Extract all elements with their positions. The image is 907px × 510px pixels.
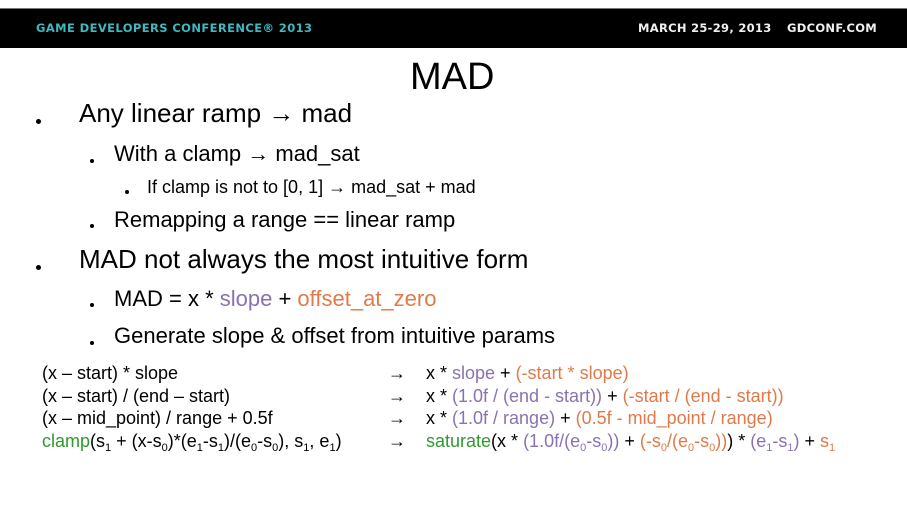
arrow-icon: → [388, 363, 406, 383]
slope-term: (1.0f / range) [452, 408, 556, 428]
bullet-2-1: MAD = x * slope + offset_at_zero [114, 286, 436, 312]
code-left-row: clamp(s1 + (x-s0)*(e1-s1)/(e0-s0), s1, e… [42, 430, 342, 454]
bullet-dot [125, 190, 129, 194]
slope-term: (1.0f / (end - start)) [452, 385, 603, 406]
bullet-dot [90, 341, 94, 345]
bullet-dot [90, 159, 94, 163]
bullet-1-2: Remapping a range == linear ramp [114, 207, 456, 232]
plus: + [602, 385, 623, 406]
code-right-row: x * (1.0f / range) + (0.5f - mid_point /… [426, 407, 835, 430]
code-arrow-column: → → → → [388, 362, 406, 452]
bullet-1-1-1: If clamp is not to [0, 1] → mad_sat + ma… [147, 177, 476, 197]
offset-term: (-start * slope) [515, 363, 629, 383]
offset-term: (-start / (end - start)) [622, 385, 784, 406]
x-term: x * [426, 363, 453, 383]
bullet-dot [90, 224, 94, 228]
code-right-row: x * (1.0f / (end - start)) + (-start / (… [426, 385, 835, 408]
offset-term: offset_at_zero [297, 286, 437, 311]
top-strip [0, 0, 907, 9]
bullet-dot [36, 119, 41, 124]
slope-term: (1.0f/(e0-s0)) [523, 430, 620, 454]
conference-dates: MARCH 25-29, 2013 [638, 21, 772, 35]
arrow-icon: → [388, 430, 406, 451]
conference-name: GAME DEVELOPERS CONFERENCE® 2013 [36, 21, 313, 35]
bullet-1: Any linear ramp → mad [79, 98, 353, 128]
code-left-column: (x – start) * slope (x – start) / (end –… [42, 362, 342, 454]
code-right-row: saturate(x * (1.0f/(e0-s0)) + (-s0/(e0-s… [426, 430, 836, 454]
plus: + [495, 363, 516, 383]
bullet-dot [90, 303, 94, 307]
bullet-2: MAD not always the most intuitive form [79, 244, 529, 274]
clamp-fn: clamp [42, 430, 91, 451]
slope-term: slope [219, 286, 273, 311]
conference-header: GAME DEVELOPERS CONFERENCE® 2013 MARCH 2… [0, 9, 907, 48]
bullet-1-1: With a clamp → mad_sat [114, 141, 360, 166]
conference-website: GDCONF.COM [787, 21, 878, 35]
plus: + [555, 408, 576, 428]
offset-term: (-s0/(e0-s0)) [639, 430, 728, 454]
bullet-2-2: Generate slope & offset from intuitive p… [114, 323, 556, 348]
offset-term: (0.5f - mid_point / range) [575, 408, 773, 428]
saturate-fn: saturate [426, 430, 492, 451]
arrow-icon: → [388, 408, 406, 428]
code-left-row: (x – mid_point) / range + 0.5f [42, 408, 273, 428]
code-right-column: x * slope + (-start * slope) x * (1.0f /… [426, 362, 836, 454]
code-left-row: (x – start) / (end – start) [42, 385, 231, 406]
range-term: (e1-s1) [750, 430, 800, 454]
bullet-dot [36, 265, 41, 270]
slide-title: MAD [410, 56, 495, 98]
s1-term: s1 [820, 430, 836, 454]
x-term: x * [426, 385, 453, 406]
code-right-row: x * slope + (-start * slope) [426, 362, 835, 385]
mad-label: MAD = x * [114, 286, 220, 311]
arrow-icon: → [388, 385, 406, 406]
plus: + [272, 286, 298, 311]
code-left-row: (x – start) * slope [42, 363, 179, 383]
slope-term: slope [452, 363, 496, 383]
x-term: x * [426, 408, 453, 428]
